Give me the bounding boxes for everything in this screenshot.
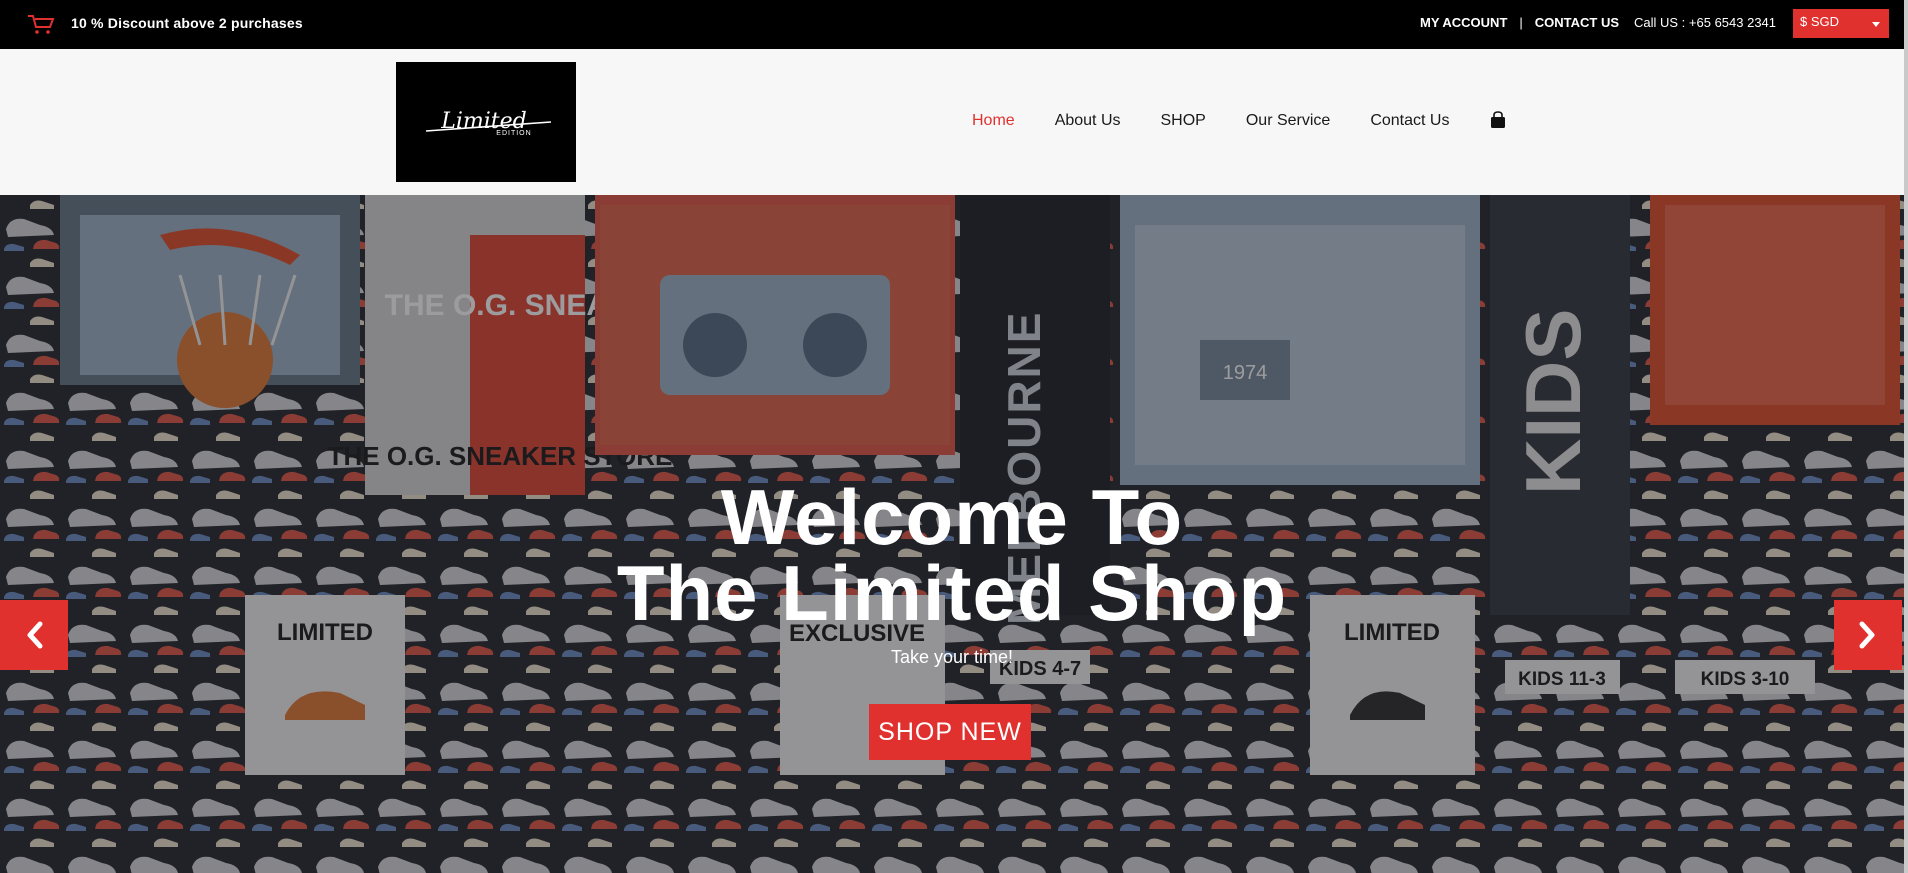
hero-slider: THE O.G. SNEAKER THE O.G. SNEAKER STORE …: [0, 195, 1904, 873]
phone-number: Call US : +65 6543 2341: [1634, 15, 1777, 30]
nav-our-service[interactable]: Our Service: [1246, 112, 1330, 130]
top-bar: 10 % Discount above 2 purchases MY ACCOU…: [0, 0, 1904, 49]
nav-shop[interactable]: SHOP: [1161, 112, 1206, 130]
site-header: Limited EDITION Home About Us SHOP Our S…: [0, 49, 1904, 195]
chevron-right-icon: [1859, 621, 1875, 649]
hero-subtitle: Take your time!: [890, 647, 1014, 667]
contact-us-link[interactable]: CONTACT US: [1535, 15, 1619, 30]
account-links: MY ACCOUNT | CONTACT US: [1420, 15, 1619, 30]
slider-prev-button[interactable]: [0, 600, 68, 670]
promo-text: 10 % Discount above 2 purchases: [71, 15, 303, 31]
main-nav: Home About Us SHOP Our Service Contact U…: [972, 112, 1489, 130]
slider-next-button[interactable]: [1834, 600, 1902, 670]
currency-select[interactable]: $ SGD: [1793, 9, 1889, 38]
hero-title-line-1: Welcome To: [720, 473, 1184, 561]
page-scrollbar[interactable]: [1904, 0, 1908, 873]
nav-home[interactable]: Home: [972, 112, 1015, 130]
hero-title-line-2: The Limited Shop: [616, 549, 1288, 637]
site-logo[interactable]: Limited EDITION: [396, 62, 576, 182]
shop-new-button[interactable]: SHOP NEW: [869, 704, 1031, 760]
chevron-down-icon: [1872, 22, 1880, 27]
cart-icon[interactable]: [26, 12, 56, 36]
currency-value: $ SGD: [1800, 14, 1840, 29]
link-separator: |: [1519, 15, 1523, 30]
nav-about-us[interactable]: About Us: [1055, 112, 1121, 130]
shopping-bag-icon[interactable]: [1490, 111, 1506, 129]
logo-subtext: EDITION: [496, 130, 531, 137]
nav-contact-us[interactable]: Contact Us: [1370, 112, 1449, 130]
chevron-left-icon: [27, 621, 43, 649]
my-account-link[interactable]: MY ACCOUNT: [1420, 15, 1507, 30]
